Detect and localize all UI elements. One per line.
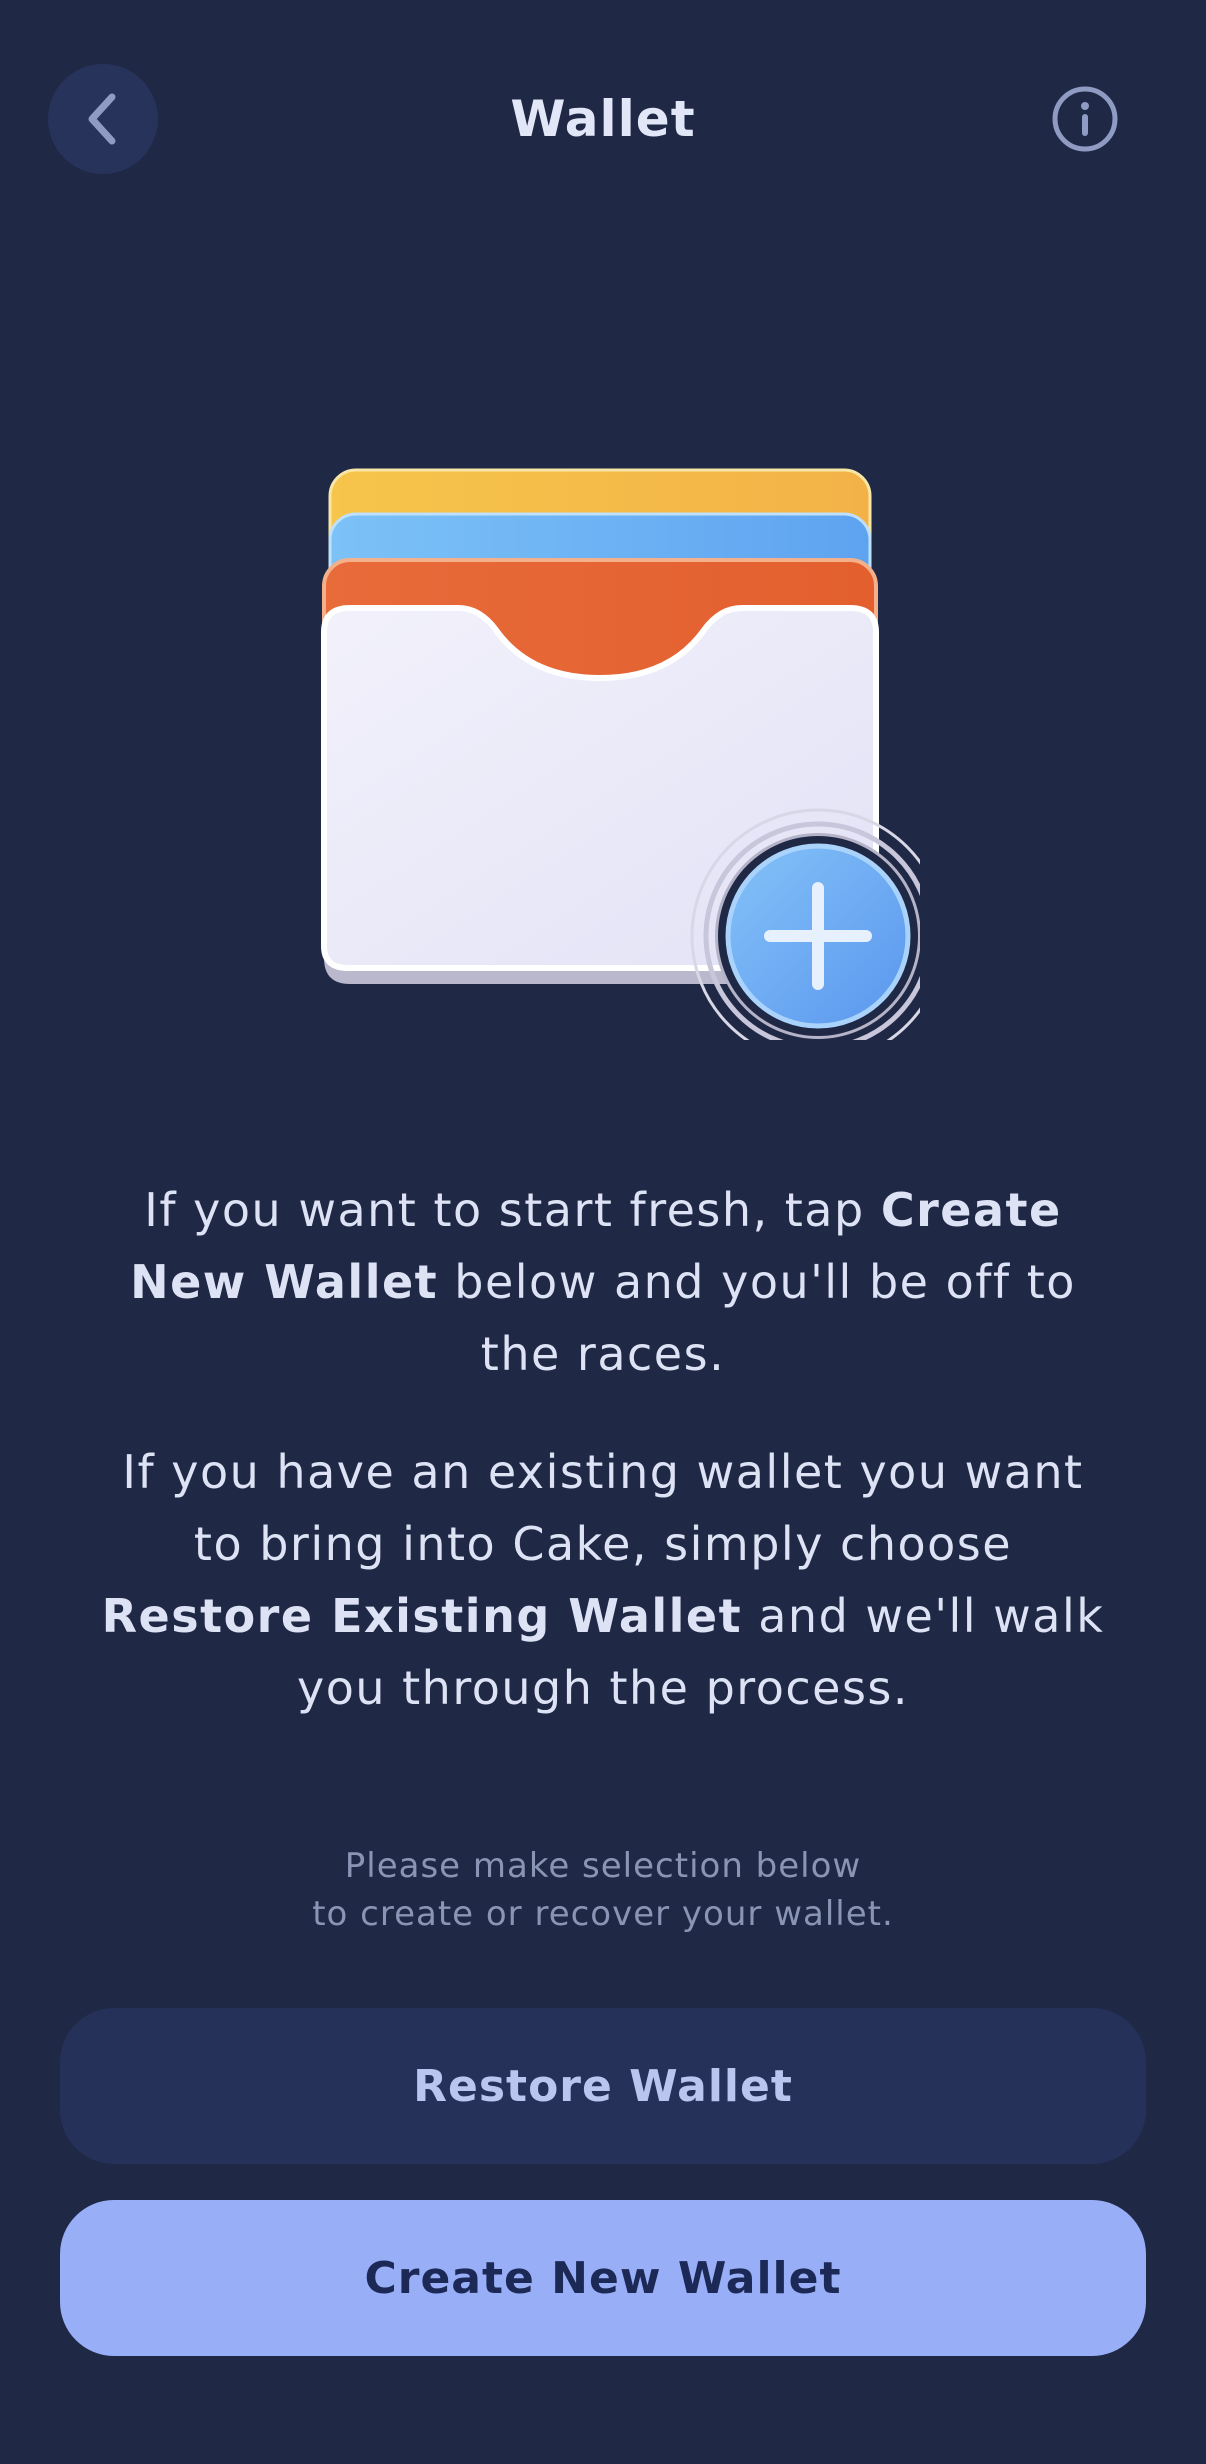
info-icon [1052,86,1118,152]
description-text: If you want to start fresh, tap [144,1183,881,1237]
hint-line: Please make selection below [344,1846,862,1886]
restore-wallet-button[interactable]: Restore Wallet [60,2008,1146,2164]
hint-line: to create or recover your wallet. [312,1894,894,1934]
description-text: below and you'll be off to the races. [438,1255,1076,1381]
create-new-wallet-button[interactable]: Create New Wallet [60,2200,1146,2356]
page-title: Wallet [510,90,696,148]
info-button[interactable] [1046,80,1124,158]
description-text: If you have an existing wallet you want … [122,1445,1084,1571]
restore-existing-wallet-highlight: Restore Existing Wallet [101,1589,743,1643]
description-create: If you want to start fresh, tap Create N… [100,1174,1106,1390]
wallet-illustration [310,460,946,1064]
description-restore: If you have an existing wallet you want … [100,1436,1106,1724]
selection-hint: Please make selection below to create or… [200,1842,1006,1938]
wallet-add-icon [321,468,946,1064]
top-bar: Wallet [0,0,1206,240]
